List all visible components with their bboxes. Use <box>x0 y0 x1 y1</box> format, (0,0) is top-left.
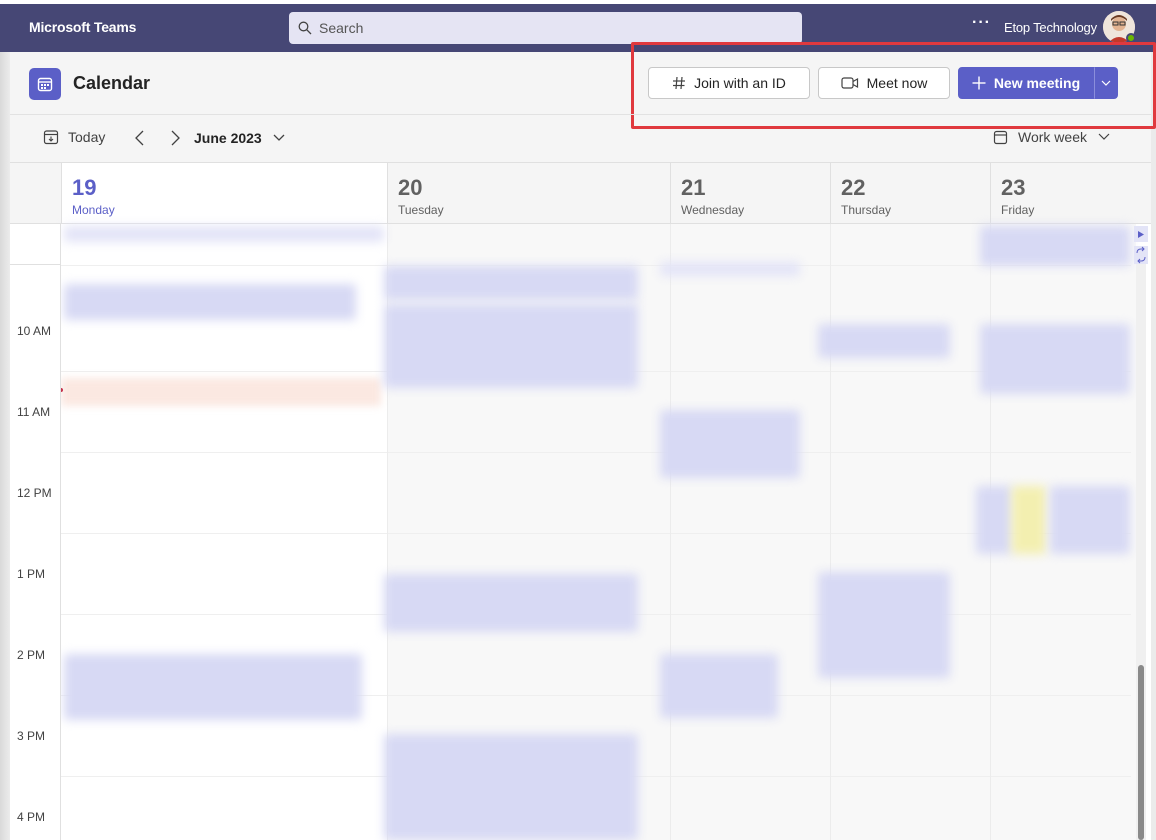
search-input[interactable]: Search <box>289 12 802 44</box>
event-block[interactable] <box>64 284 356 320</box>
day-number: 22 <box>841 175 866 200</box>
work-week-icon <box>993 130 1008 144</box>
scrollbar-thumb[interactable] <box>1138 665 1144 840</box>
event-block[interactable] <box>976 486 1012 554</box>
event-block[interactable] <box>384 734 638 840</box>
month-picker[interactable]: June 2023 <box>194 130 262 146</box>
event-block[interactable] <box>818 324 950 358</box>
chevron-down-icon <box>1098 133 1110 140</box>
day-header-tuesday[interactable]: 20 Tuesday <box>387 163 670 223</box>
event-block[interactable] <box>980 226 1130 266</box>
event-block[interactable] <box>660 410 800 478</box>
right-edge <box>1151 52 1156 840</box>
chevron-left-icon <box>135 130 144 146</box>
calendar-grid[interactable]: 10 AM 11 AM 12 PM 1 PM 2 PM 3 PM 4 PM <box>10 224 1151 840</box>
day-number: 19 <box>72 175 97 200</box>
day-header-monday[interactable]: 19 Monday <box>61 163 388 223</box>
hour-line <box>61 533 1131 534</box>
day-header-thursday[interactable]: 22 Thursday <box>830 163 990 223</box>
all-day-divider <box>10 264 61 265</box>
calendar-today-icon <box>43 130 59 145</box>
event-block[interactable] <box>660 262 800 276</box>
day-header-friday[interactable]: 23 Friday <box>990 163 1151 223</box>
time-label: 3 PM <box>17 729 46 743</box>
event-block[interactable] <box>1012 486 1046 554</box>
view-label: Work week <box>1018 129 1087 145</box>
calendar-app-icon <box>29 68 61 100</box>
day-name: Tuesday <box>398 203 444 217</box>
column-divider <box>830 224 831 840</box>
highlight-box <box>631 42 1156 129</box>
event-block[interactable] <box>384 304 638 388</box>
time-label: 4 PM <box>17 810 46 824</box>
day-name: Thursday <box>841 203 892 217</box>
window-top-border <box>0 0 1156 4</box>
today-button[interactable]: Today <box>43 129 105 145</box>
event-block[interactable] <box>980 324 1130 394</box>
view-selector[interactable]: Work week <box>993 129 1111 145</box>
day-number: 23 <box>1001 175 1026 200</box>
chevron-right-icon <box>171 130 180 146</box>
day-name: Wednesday <box>681 203 745 217</box>
day-name: Monday <box>72 203 115 217</box>
time-label: 10 AM <box>17 324 52 338</box>
chevron-down-icon[interactable] <box>271 131 287 145</box>
search-placeholder: Search <box>319 20 364 36</box>
event-block[interactable] <box>1050 486 1130 554</box>
column-divider <box>670 224 671 840</box>
more-options-button[interactable]: ··· <box>972 14 991 32</box>
day-column-wednesday[interactable] <box>670 224 830 840</box>
time-label: 1 PM <box>17 567 46 581</box>
day-number: 20 <box>398 175 423 200</box>
header-divider <box>10 114 1151 115</box>
current-time-band <box>61 378 381 406</box>
previous-week-button[interactable] <box>131 128 149 148</box>
day-name: Friday <box>1001 203 1035 217</box>
time-gutter: 10 AM 11 AM 12 PM 1 PM 2 PM 3 PM 4 PM <box>10 224 61 840</box>
day-header-wednesday[interactable]: 21 Wednesday <box>670 163 830 223</box>
day-headers: 19 Monday 20 Tuesday 21 Wednesday 22 Thu… <box>10 162 1151 224</box>
event-block[interactable] <box>660 654 778 718</box>
play-icon[interactable] <box>1134 226 1148 266</box>
next-week-button[interactable] <box>166 128 184 148</box>
event-block[interactable] <box>818 572 950 678</box>
event-block[interactable] <box>64 654 362 720</box>
time-label: 2 PM <box>17 648 46 662</box>
event-block[interactable] <box>384 266 638 300</box>
time-label: 12 PM <box>17 486 52 500</box>
event-block[interactable] <box>64 226 384 242</box>
org-name[interactable]: Etop Technology <box>1004 20 1097 35</box>
time-label: 11 AM <box>17 405 51 419</box>
event-block[interactable] <box>384 574 638 632</box>
day-number: 21 <box>681 175 706 200</box>
hour-line <box>61 452 1131 453</box>
left-edge <box>0 52 10 840</box>
day-column-thursday[interactable] <box>830 224 990 840</box>
page-title: Calendar <box>73 73 151 93</box>
search-icon <box>298 21 312 35</box>
app-name: Microsoft Teams <box>29 19 137 35</box>
today-label: Today <box>68 129 106 145</box>
